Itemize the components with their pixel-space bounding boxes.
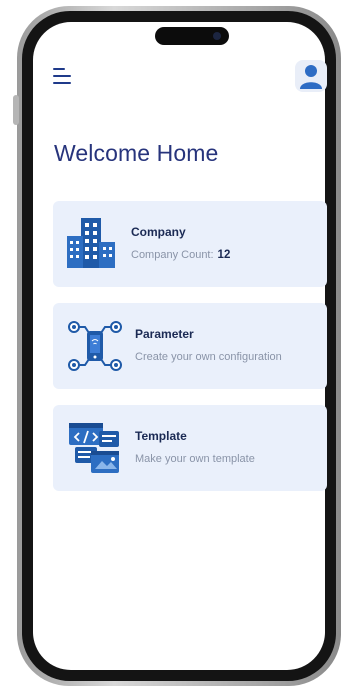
page-title: Welcome Home: [54, 140, 219, 166]
company-count-value: 12: [217, 249, 231, 261]
parameter-card-description: Create your own configuration: [135, 351, 282, 363]
side-button-volume: [13, 95, 19, 125]
parameter-card[interactable]: Parameter Create your own configuration: [53, 303, 327, 389]
profile-button[interactable]: [295, 60, 327, 92]
company-card-description: Company Count: 12: [131, 249, 230, 261]
template-card[interactable]: Template Make your own template: [53, 405, 327, 491]
hamburger-menu-icon[interactable]: [53, 68, 71, 84]
company-card[interactable]: Company Company Count: 12: [53, 201, 327, 287]
user-icon: [300, 65, 322, 89]
company-count-label: Company Count:: [131, 249, 214, 261]
building-icon: [67, 218, 115, 268]
template-card-title: Template: [135, 429, 187, 443]
camera-icon: [213, 32, 221, 40]
camera-notch: [155, 27, 229, 45]
parameter-card-title: Parameter: [135, 327, 194, 341]
template-layout-icon: [69, 423, 119, 473]
company-card-title: Company: [131, 225, 186, 239]
circuit-config-icon: [68, 321, 122, 371]
template-card-description: Make your own template: [135, 453, 255, 465]
